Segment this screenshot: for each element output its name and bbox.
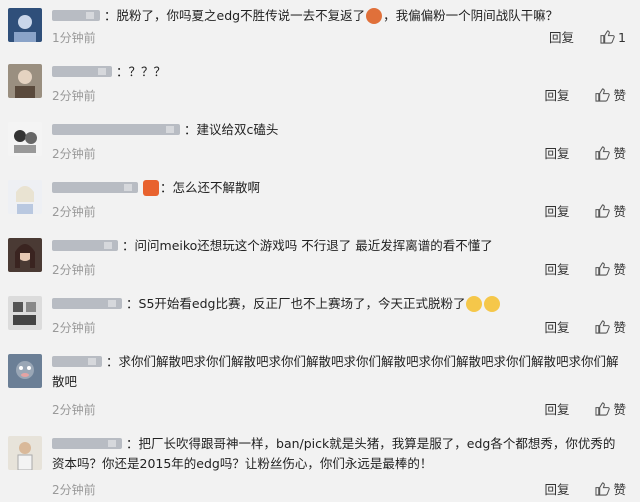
comment-time: 2分钟前 — [52, 205, 96, 219]
like-label: 赞 — [613, 204, 626, 219]
comment-actions: 回复 赞 — [544, 146, 626, 162]
like-label: 赞 — [613, 146, 626, 161]
like-button[interactable]: 赞 — [595, 88, 626, 104]
like-label: 赞 — [613, 482, 626, 497]
reply-button[interactable]: 回复 — [544, 320, 569, 336]
like-button[interactable]: 赞 — [595, 146, 626, 162]
comment-item: ：脱粉了，你吗夏之edg不胜传说一去不复返了 ，我偏偏粉一个阴间战队干嘛？ 1分钟… — [0, 0, 640, 54]
comment-actions: 回复 赞 — [544, 402, 626, 418]
reply-button[interactable]: 回复 — [544, 402, 569, 418]
comment-time: 2分钟前 — [52, 403, 96, 417]
thumbs-up-icon — [595, 146, 611, 160]
comment-item: ：？？？ 2分钟前 回复 赞 — [0, 56, 640, 112]
username-redacted[interactable] — [52, 66, 112, 77]
comment-actions: 回复 赞 — [544, 482, 626, 498]
thumbs-up-icon — [595, 402, 611, 416]
smile-emoji-icon — [466, 295, 483, 312]
comment-actions: 回复 1 — [549, 30, 626, 46]
comment-item: ：S5开始看edg比赛，反正厂也不上赛场了，今天正式脱粉了 2分钟前 回复 赞 — [0, 288, 640, 344]
comment-text: ：问问meiko还想玩这个游戏吗 不行退了 最近发挥离谱的看不懂了 — [52, 236, 626, 256]
avatar[interactable] — [8, 296, 42, 330]
username-redacted[interactable] — [52, 356, 102, 367]
comment-text: ：S5开始看edg比赛，反正厂也不上赛场了，今天正式脱粉了 — [52, 294, 626, 314]
comment-time: 2分钟前 — [52, 483, 96, 497]
like-button[interactable]: 赞 — [595, 320, 626, 336]
thumbs-up-icon — [595, 262, 611, 276]
avatar[interactable] — [8, 238, 42, 272]
username-redacted[interactable] — [52, 298, 122, 309]
like-button[interactable]: 赞 — [595, 204, 626, 220]
username-redacted[interactable] — [52, 124, 180, 135]
comment-text: ：怎么还不解散啊 — [52, 178, 626, 198]
comment-actions: 回复 赞 — [544, 320, 626, 336]
comment-text: ：建议给双c磕头 — [52, 120, 626, 140]
like-button[interactable]: 1 — [600, 30, 626, 46]
like-button[interactable]: 赞 — [595, 402, 626, 418]
avatar[interactable] — [8, 8, 42, 42]
angry-emoji-icon — [366, 7, 383, 24]
reply-button[interactable]: 回复 — [544, 482, 569, 498]
comment-time: 2分钟前 — [52, 147, 96, 161]
reply-button[interactable]: 回复 — [544, 146, 569, 162]
reply-button[interactable]: 回复 — [544, 88, 569, 104]
comment-item: ：求你们解散吧求你们解散吧求你们解散吧求你们解散吧求你们解散吧求你们解散吧求你们… — [0, 346, 640, 426]
thumbs-up-icon — [595, 482, 611, 496]
like-button[interactable]: 赞 — [595, 262, 626, 278]
thumbs-up-icon — [595, 88, 611, 102]
avatar[interactable] — [8, 64, 42, 98]
avatar[interactable] — [8, 122, 42, 156]
avatar[interactable] — [8, 436, 42, 470]
comment-text: ：？？？ — [52, 62, 626, 82]
comment-time: 2分钟前 — [52, 263, 96, 277]
avatar[interactable] — [8, 180, 42, 214]
comment-item: ：怎么还不解散啊 2分钟前 回复 赞 — [0, 172, 640, 228]
avatar[interactable] — [8, 354, 42, 388]
like-count: 1 — [618, 30, 626, 45]
like-label: 赞 — [613, 262, 626, 277]
comment-actions: 回复 赞 — [544, 88, 626, 104]
thumbs-up-icon — [595, 204, 611, 218]
like-label: 赞 — [613, 320, 626, 335]
comment-actions: 回复 赞 — [544, 262, 626, 278]
comment-item: ：把厂长吹得跟哥神一样，ban/pick就是头猪，我算是服了，edg各个都想秀，… — [0, 428, 640, 502]
reply-button[interactable]: 回复 — [549, 30, 574, 46]
username-redacted[interactable] — [52, 438, 122, 449]
reply-button[interactable]: 回复 — [544, 262, 569, 278]
like-label: 赞 — [613, 88, 626, 103]
like-button[interactable]: 赞 — [595, 482, 626, 498]
username-redacted[interactable] — [52, 10, 100, 21]
comment-item: ：建议给双c磕头 2分钟前 回复 赞 — [0, 114, 640, 170]
comment-item: ：问问meiko还想玩这个游戏吗 不行退了 最近发挥离谱的看不懂了 2分钟前 回… — [0, 230, 640, 286]
reply-button[interactable]: 回复 — [544, 204, 569, 220]
thumbs-up-icon — [595, 320, 611, 334]
comment-text: ：把厂长吹得跟哥神一样，ban/pick就是头猪，我算是服了，edg各个都想秀，… — [52, 436, 616, 471]
comment-text: ：求你们解散吧求你们解散吧求你们解散吧求你们解散吧求你们解散吧求你们解散吧求你们… — [52, 354, 619, 389]
username-redacted[interactable] — [52, 240, 118, 251]
like-label: 赞 — [613, 402, 626, 417]
comment-actions: 回复 赞 — [544, 204, 626, 220]
comment-text: ：脱粉了，你吗夏之edg不胜传说一去不复返了 ，我偏偏粉一个阴间战队干嘛？ — [52, 6, 626, 26]
username-redacted[interactable] — [52, 182, 138, 193]
comment-time: 2分钟前 — [52, 89, 96, 103]
badge-icon — [143, 179, 159, 196]
thumbs-up-icon — [600, 30, 615, 44]
smile-emoji-icon — [484, 295, 501, 312]
comment-list: ：脱粉了，你吗夏之edg不胜传说一去不复返了 ，我偏偏粉一个阴间战队干嘛？ 1分钟… — [0, 0, 640, 502]
comment-time: 1分钟前 — [52, 31, 96, 45]
comment-time: 2分钟前 — [52, 321, 96, 335]
